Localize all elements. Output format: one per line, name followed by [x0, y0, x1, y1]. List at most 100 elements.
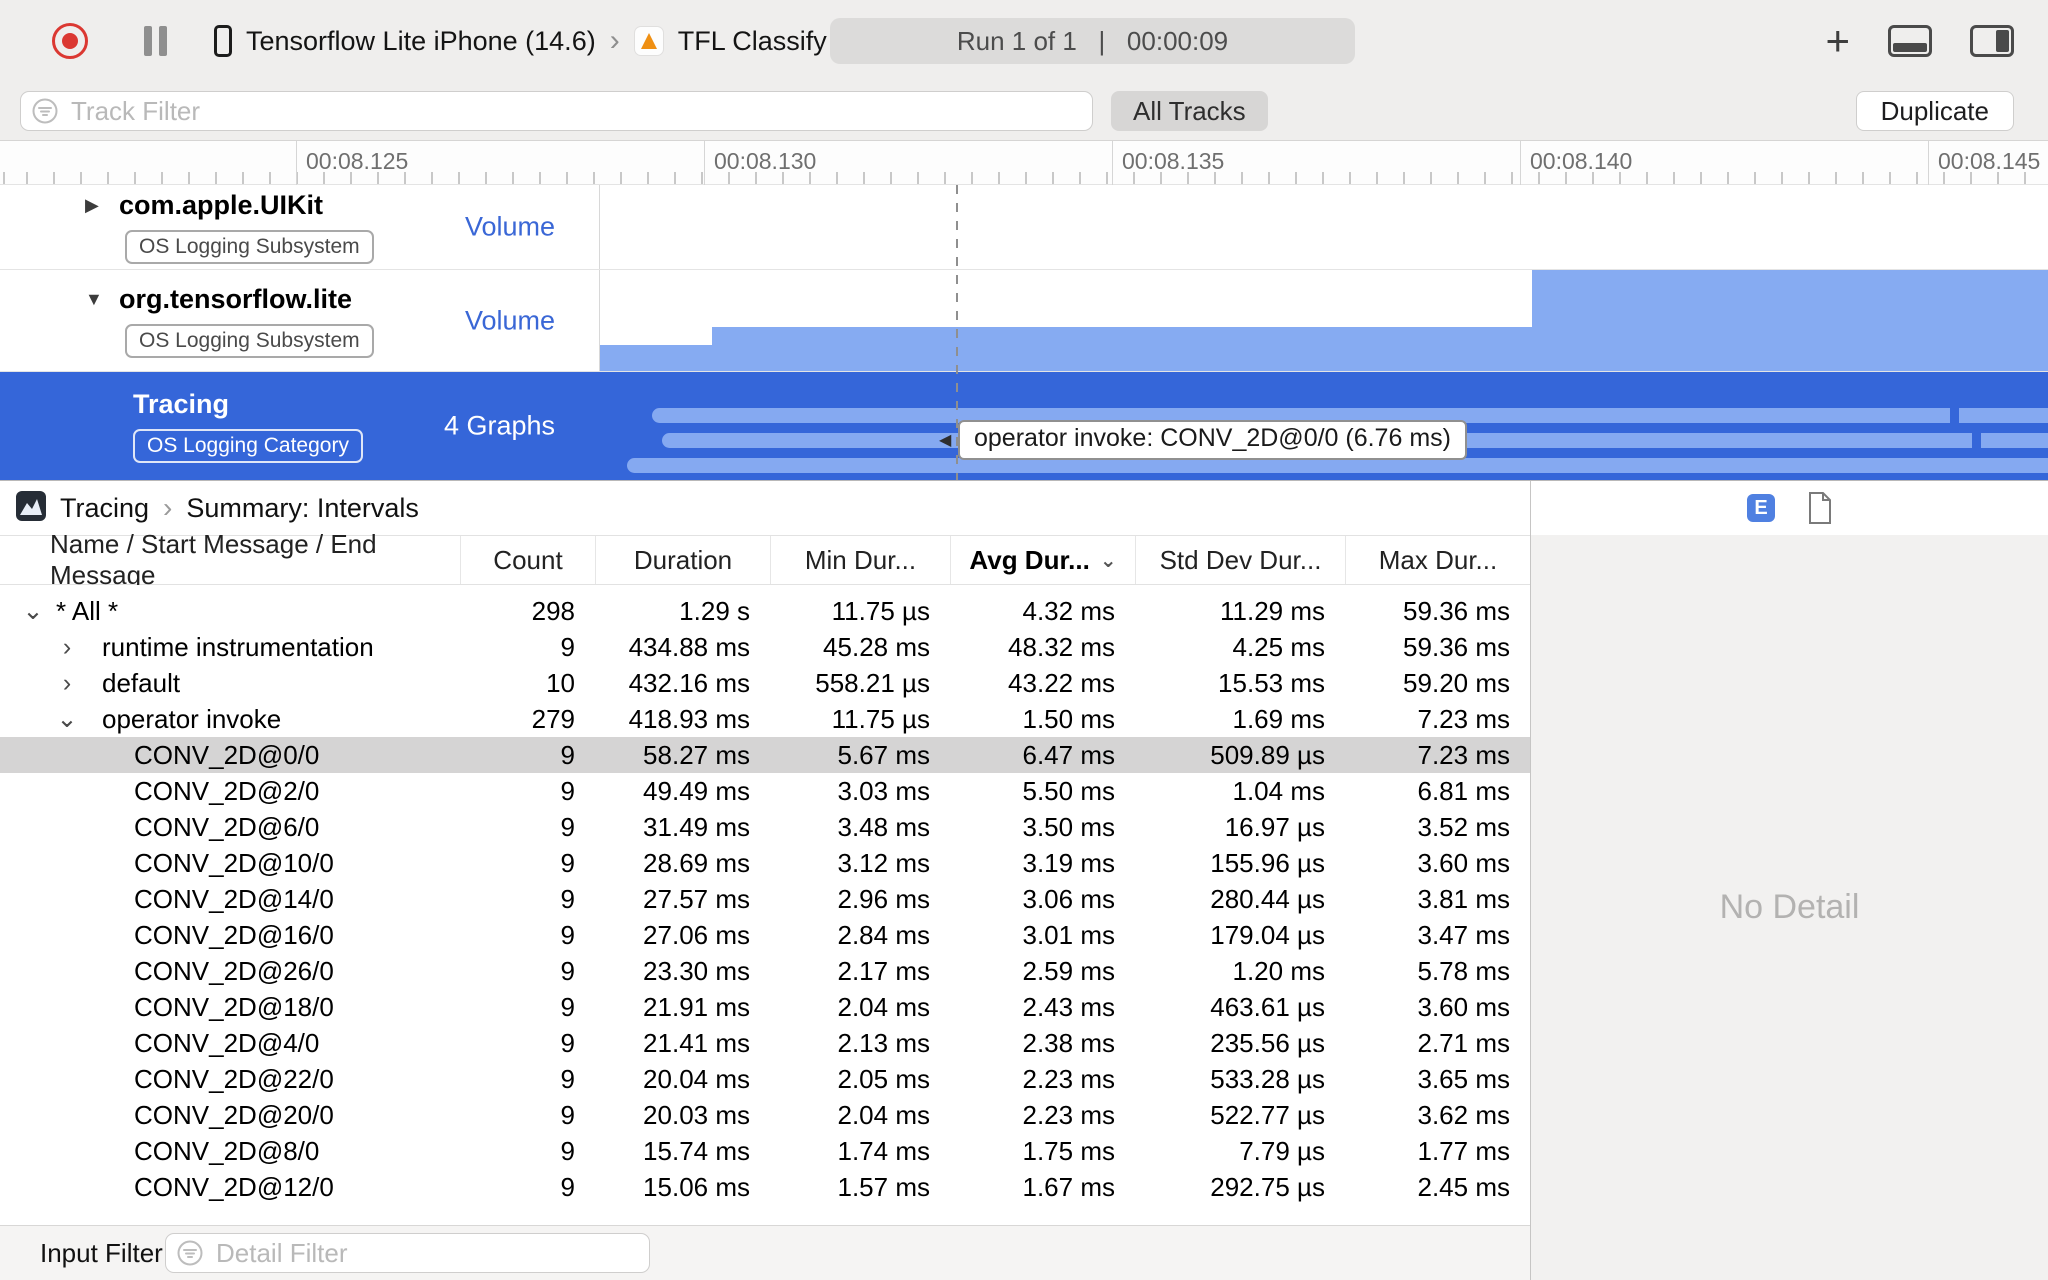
row-cell: 31.49 ms	[643, 811, 750, 842]
table-row[interactable]: CONV_2D@0/0 9 58.27 ms 5.67 ms 6.47 ms 509.89…	[0, 737, 1530, 773]
row-cell: 7.23 ms	[1417, 739, 1511, 770]
track-lane[interactable]	[600, 270, 2048, 371]
track-row-org-tensorflow-lite[interactable]: ▼ org.tensorflow.lite OS Logging Subsyst…	[0, 270, 2048, 372]
row-cell: 5.78 ms	[1417, 955, 1511, 986]
table-row[interactable]: CONV_2D@6/0 9 31.49 ms 3.48 ms 3.50 ms 16.97 …	[0, 809, 1530, 845]
chevron-right-icon: ›	[609, 24, 620, 57]
table-row[interactable]: CONV_2D@10/0 9 28.69 ms 3.12 ms 3.19 ms 155.9…	[0, 845, 1530, 881]
row-cell: 16.97 µs	[1224, 811, 1325, 842]
trace-interval-bar[interactable]	[627, 458, 2048, 473]
track-header[interactable]: ▼ org.tensorflow.lite OS Logging Subsyst…	[0, 270, 600, 371]
table-row[interactable]: ⌄ operator invoke 279 418.93 ms 11.75 µs 1.50…	[0, 701, 1530, 737]
timeline-ruler[interactable]: 00:08.125 00:08.130 00:08.135 00:08.140 …	[0, 141, 2048, 185]
duplicate-button[interactable]: Duplicate	[1855, 91, 2014, 131]
row-cell: 3.47 ms	[1417, 919, 1511, 950]
run-status: Run 1 of 1 | 00:00:09	[830, 18, 1355, 64]
table-row[interactable]: CONV_2D@26/0 9 23.30 ms 2.17 ms 2.59 ms 1.20 …	[0, 953, 1530, 989]
column-header-count[interactable]: Count	[460, 536, 595, 584]
table-row[interactable]: CONV_2D@16/0 9 27.06 ms 2.84 ms 3.01 ms 179.0…	[0, 917, 1530, 953]
row-name: CONV_2D@16/0	[134, 919, 334, 950]
filter-icon	[177, 1240, 203, 1271]
row-cell: 9	[560, 811, 575, 842]
row-cell: 15.06 ms	[643, 1171, 750, 1202]
detail-filter-input[interactable]	[165, 1233, 650, 1273]
breadcrumb-leaf[interactable]: Summary: Intervals	[186, 493, 419, 524]
track-lane[interactable]	[600, 185, 2048, 269]
row-cell: 1.75 ms	[1022, 1135, 1116, 1166]
column-header-max-dur[interactable]: Max Dur...	[1345, 536, 1530, 584]
chevron-right-icon[interactable]: ›	[50, 633, 84, 662]
record-dot-icon	[62, 33, 78, 49]
row-cell: 3.60 ms	[1417, 991, 1511, 1022]
row-cell: 59.36 ms	[1403, 631, 1510, 662]
table-row[interactable]: › runtime instrumentation 9 434.88 ms 45.28 …	[0, 629, 1530, 665]
track-row-tracing[interactable]: Tracing OS Logging Category 4 Graphs ◀ o…	[0, 372, 2048, 480]
breadcrumb-root[interactable]: Tracing	[60, 493, 149, 524]
row-cell: 463.61 µs	[1210, 991, 1325, 1022]
extended-detail-badge[interactable]: E	[1747, 494, 1775, 522]
track-meta-label[interactable]: Volume	[465, 212, 555, 243]
chevron-right-icon[interactable]: ›	[50, 669, 84, 698]
row-cell: 9	[560, 631, 575, 662]
row-cell: 2.23 ms	[1022, 1063, 1116, 1094]
row-name: CONV_2D@6/0	[134, 811, 320, 842]
column-header-avg-dur[interactable]: Avg Dur... ⌄	[950, 536, 1135, 584]
row-cell: 15.74 ms	[643, 1135, 750, 1166]
track-badge: OS Logging Subsystem	[125, 323, 374, 358]
row-cell: 9	[560, 1099, 575, 1130]
table-row[interactable]: CONV_2D@22/0 9 20.04 ms 2.05 ms 2.23 ms 533.2…	[0, 1061, 1530, 1097]
table-row[interactable]: ⌄ * All * 298 1.29 s 11.75 µs 4.32 ms 11.29 ms…	[0, 593, 1530, 629]
column-header-name[interactable]: Name / Start Message / End Message	[0, 529, 460, 590]
track-header[interactable]: ▶ com.apple.UIKit OS Logging Subsystem V…	[0, 185, 600, 269]
pause-button[interactable]	[140, 26, 170, 56]
table-row[interactable]: CONV_2D@4/0 9 21.41 ms 2.13 ms 2.38 ms 235.56…	[0, 1025, 1530, 1061]
device-target-selector[interactable]: Tensorflow Lite iPhone (14.6) › TFL Clas…	[214, 18, 827, 64]
track-meta-label[interactable]: 4 Graphs	[444, 411, 555, 442]
summary-pane: Tracing › Summary: Intervals Name / Star…	[0, 481, 1530, 1280]
track-row-com-apple-uikit[interactable]: ▶ com.apple.UIKit OS Logging Subsystem V…	[0, 185, 2048, 270]
row-cell: 1.67 ms	[1022, 1171, 1116, 1202]
target-name: TFL Classify	[677, 25, 827, 56]
table-row[interactable]: CONV_2D@8/0 9 15.74 ms 1.74 ms 1.75 ms 7.79 µ…	[0, 1133, 1530, 1169]
row-cell: 418.93 ms	[628, 703, 750, 734]
ruler-label: 00:08.135	[1111, 141, 1225, 185]
row-cell: 4.25 ms	[1232, 631, 1326, 662]
chevron-down-icon[interactable]: ⌄	[16, 596, 50, 626]
table-row[interactable]: CONV_2D@2/0 9 49.49 ms 3.03 ms 5.50 ms 1.04 m…	[0, 773, 1530, 809]
row-cell: 434.88 ms	[628, 631, 750, 662]
all-tracks-button[interactable]: All Tracks	[1111, 91, 1268, 131]
chevron-down-icon[interactable]: ⌄	[50, 704, 84, 734]
toggle-right-pane-button[interactable]	[1970, 25, 2014, 57]
table-row[interactable]: › default 10 432.16 ms 558.21 µs 43.22 ms 15.5…	[0, 665, 1530, 701]
track-filter-input[interactable]	[20, 91, 1093, 131]
record-button[interactable]	[52, 23, 88, 59]
table-row[interactable]: CONV_2D@20/0 9 20.03 ms 2.04 ms 2.23 ms 522.7…	[0, 1097, 1530, 1133]
table-row[interactable]: CONV_2D@18/0 9 21.91 ms 2.04 ms 2.43 ms 463.6…	[0, 989, 1530, 1025]
column-header-std-dev-dur[interactable]: Std Dev Dur...	[1135, 536, 1345, 584]
row-cell: 509.89 µs	[1210, 739, 1325, 770]
track-header[interactable]: Tracing OS Logging Category 4 Graphs	[0, 372, 600, 480]
row-cell: 10	[546, 667, 575, 698]
row-name: * All *	[56, 595, 119, 626]
row-cell: 3.62 ms	[1417, 1099, 1511, 1130]
track-meta-label[interactable]: Volume	[465, 305, 555, 336]
main-toolbar: Tensorflow Lite iPhone (14.6) › TFL Clas…	[0, 0, 2048, 82]
row-name: CONV_2D@10/0	[134, 847, 334, 878]
table-row[interactable]: CONV_2D@12/0 9 15.06 ms 1.57 ms 1.67 ms 292.7…	[0, 1169, 1530, 1205]
row-cell: 432.16 ms	[628, 667, 750, 698]
column-header-duration[interactable]: Duration	[595, 536, 770, 584]
row-cell: 1.20 ms	[1232, 955, 1326, 986]
table-row[interactable]: CONV_2D@14/0 9 27.57 ms 2.96 ms 3.06 ms 280.4…	[0, 881, 1530, 917]
row-cell: 1.29 s	[679, 595, 750, 626]
disclosure-triangle-expanded-icon[interactable]: ▼	[85, 289, 119, 310]
row-cell: 48.32 ms	[1008, 631, 1115, 662]
toggle-bottom-pane-button[interactable]	[1888, 25, 1932, 57]
disclosure-triangle-collapsed-icon[interactable]: ▶	[85, 195, 119, 216]
detail-pane: Tracing › Summary: Intervals Name / Star…	[0, 480, 2048, 1280]
track-lane[interactable]: ◀ operator invoke: CONV_2D@0/0 (6.76 ms)	[600, 372, 2048, 480]
sort-chevron-down-icon: ⌄	[1099, 549, 1117, 572]
column-header-min-dur[interactable]: Min Dur...	[770, 536, 950, 584]
add-instrument-button[interactable]: +	[1825, 20, 1850, 62]
document-icon[interactable]	[1807, 492, 1833, 527]
row-name: operator invoke	[102, 703, 282, 734]
